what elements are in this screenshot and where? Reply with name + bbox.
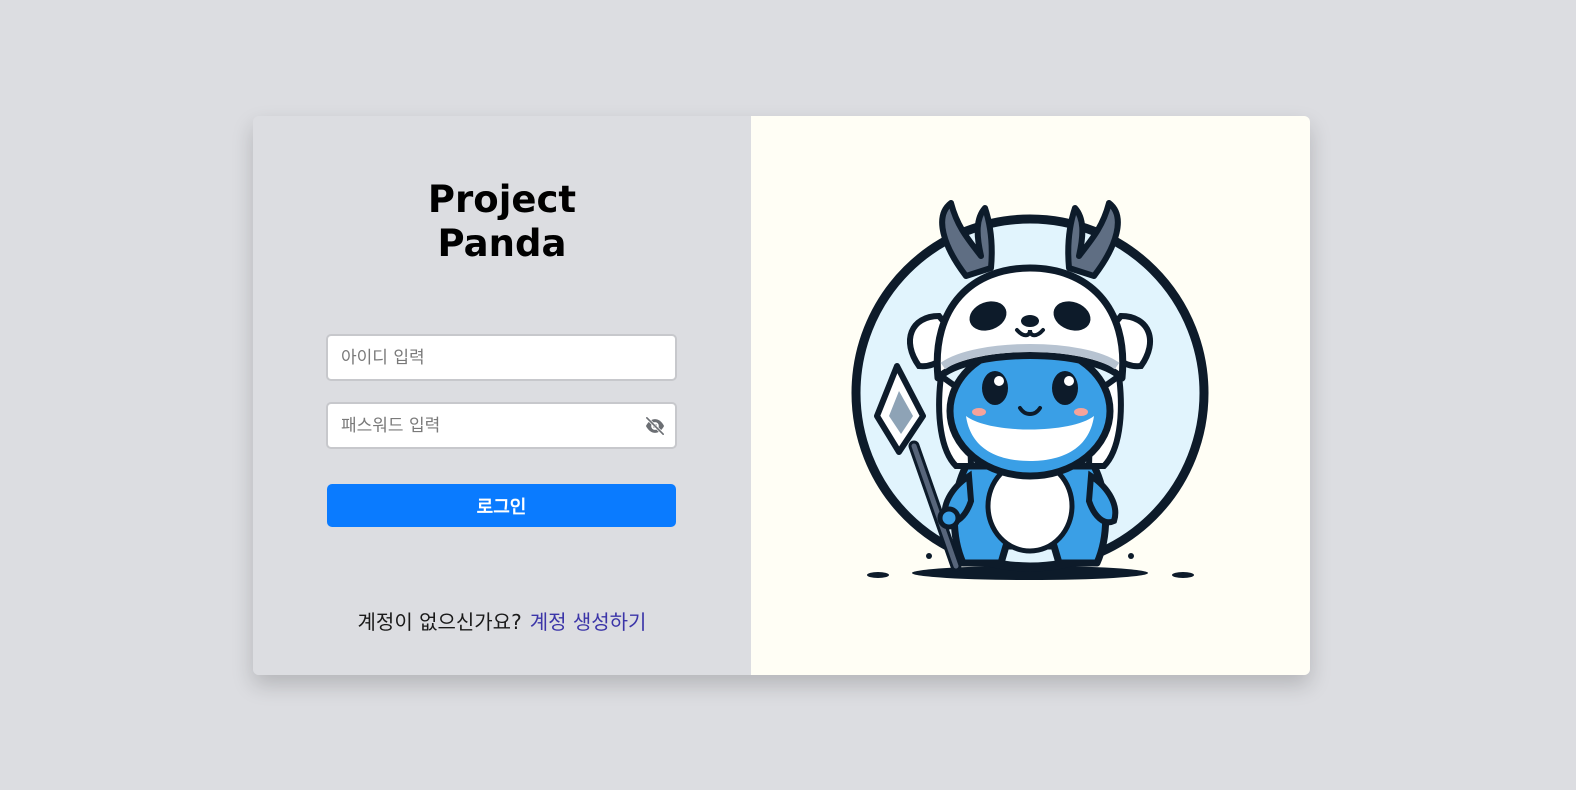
app-title-line1: Project bbox=[427, 178, 577, 221]
create-account-link[interactable]: 계정 생성하기 bbox=[530, 610, 647, 634]
password-input[interactable] bbox=[328, 404, 675, 447]
app-title: Project Panda bbox=[253, 178, 751, 266]
app-title-line2: Panda bbox=[437, 222, 567, 265]
signup-prompt-text: 계정이 없으신가요? bbox=[357, 610, 522, 634]
illustration-panel bbox=[751, 116, 1310, 675]
id-field bbox=[326, 334, 677, 381]
login-button[interactable]: 로그인 bbox=[327, 484, 676, 527]
signup-prompt: 계정이 없으신가요? 계정 생성하기 bbox=[253, 606, 751, 635]
password-field bbox=[326, 402, 677, 449]
panda-deer-mascot-image bbox=[851, 200, 1209, 580]
login-panel: Project Panda 로그인 계정이 없으신가요? 계정 생성하기 bbox=[253, 116, 751, 675]
id-input[interactable] bbox=[328, 336, 675, 379]
login-card: Project Panda 로그인 계정이 없으신가요? 계정 생성하기 bbox=[253, 116, 1310, 675]
eye-slash-icon[interactable] bbox=[644, 416, 666, 436]
